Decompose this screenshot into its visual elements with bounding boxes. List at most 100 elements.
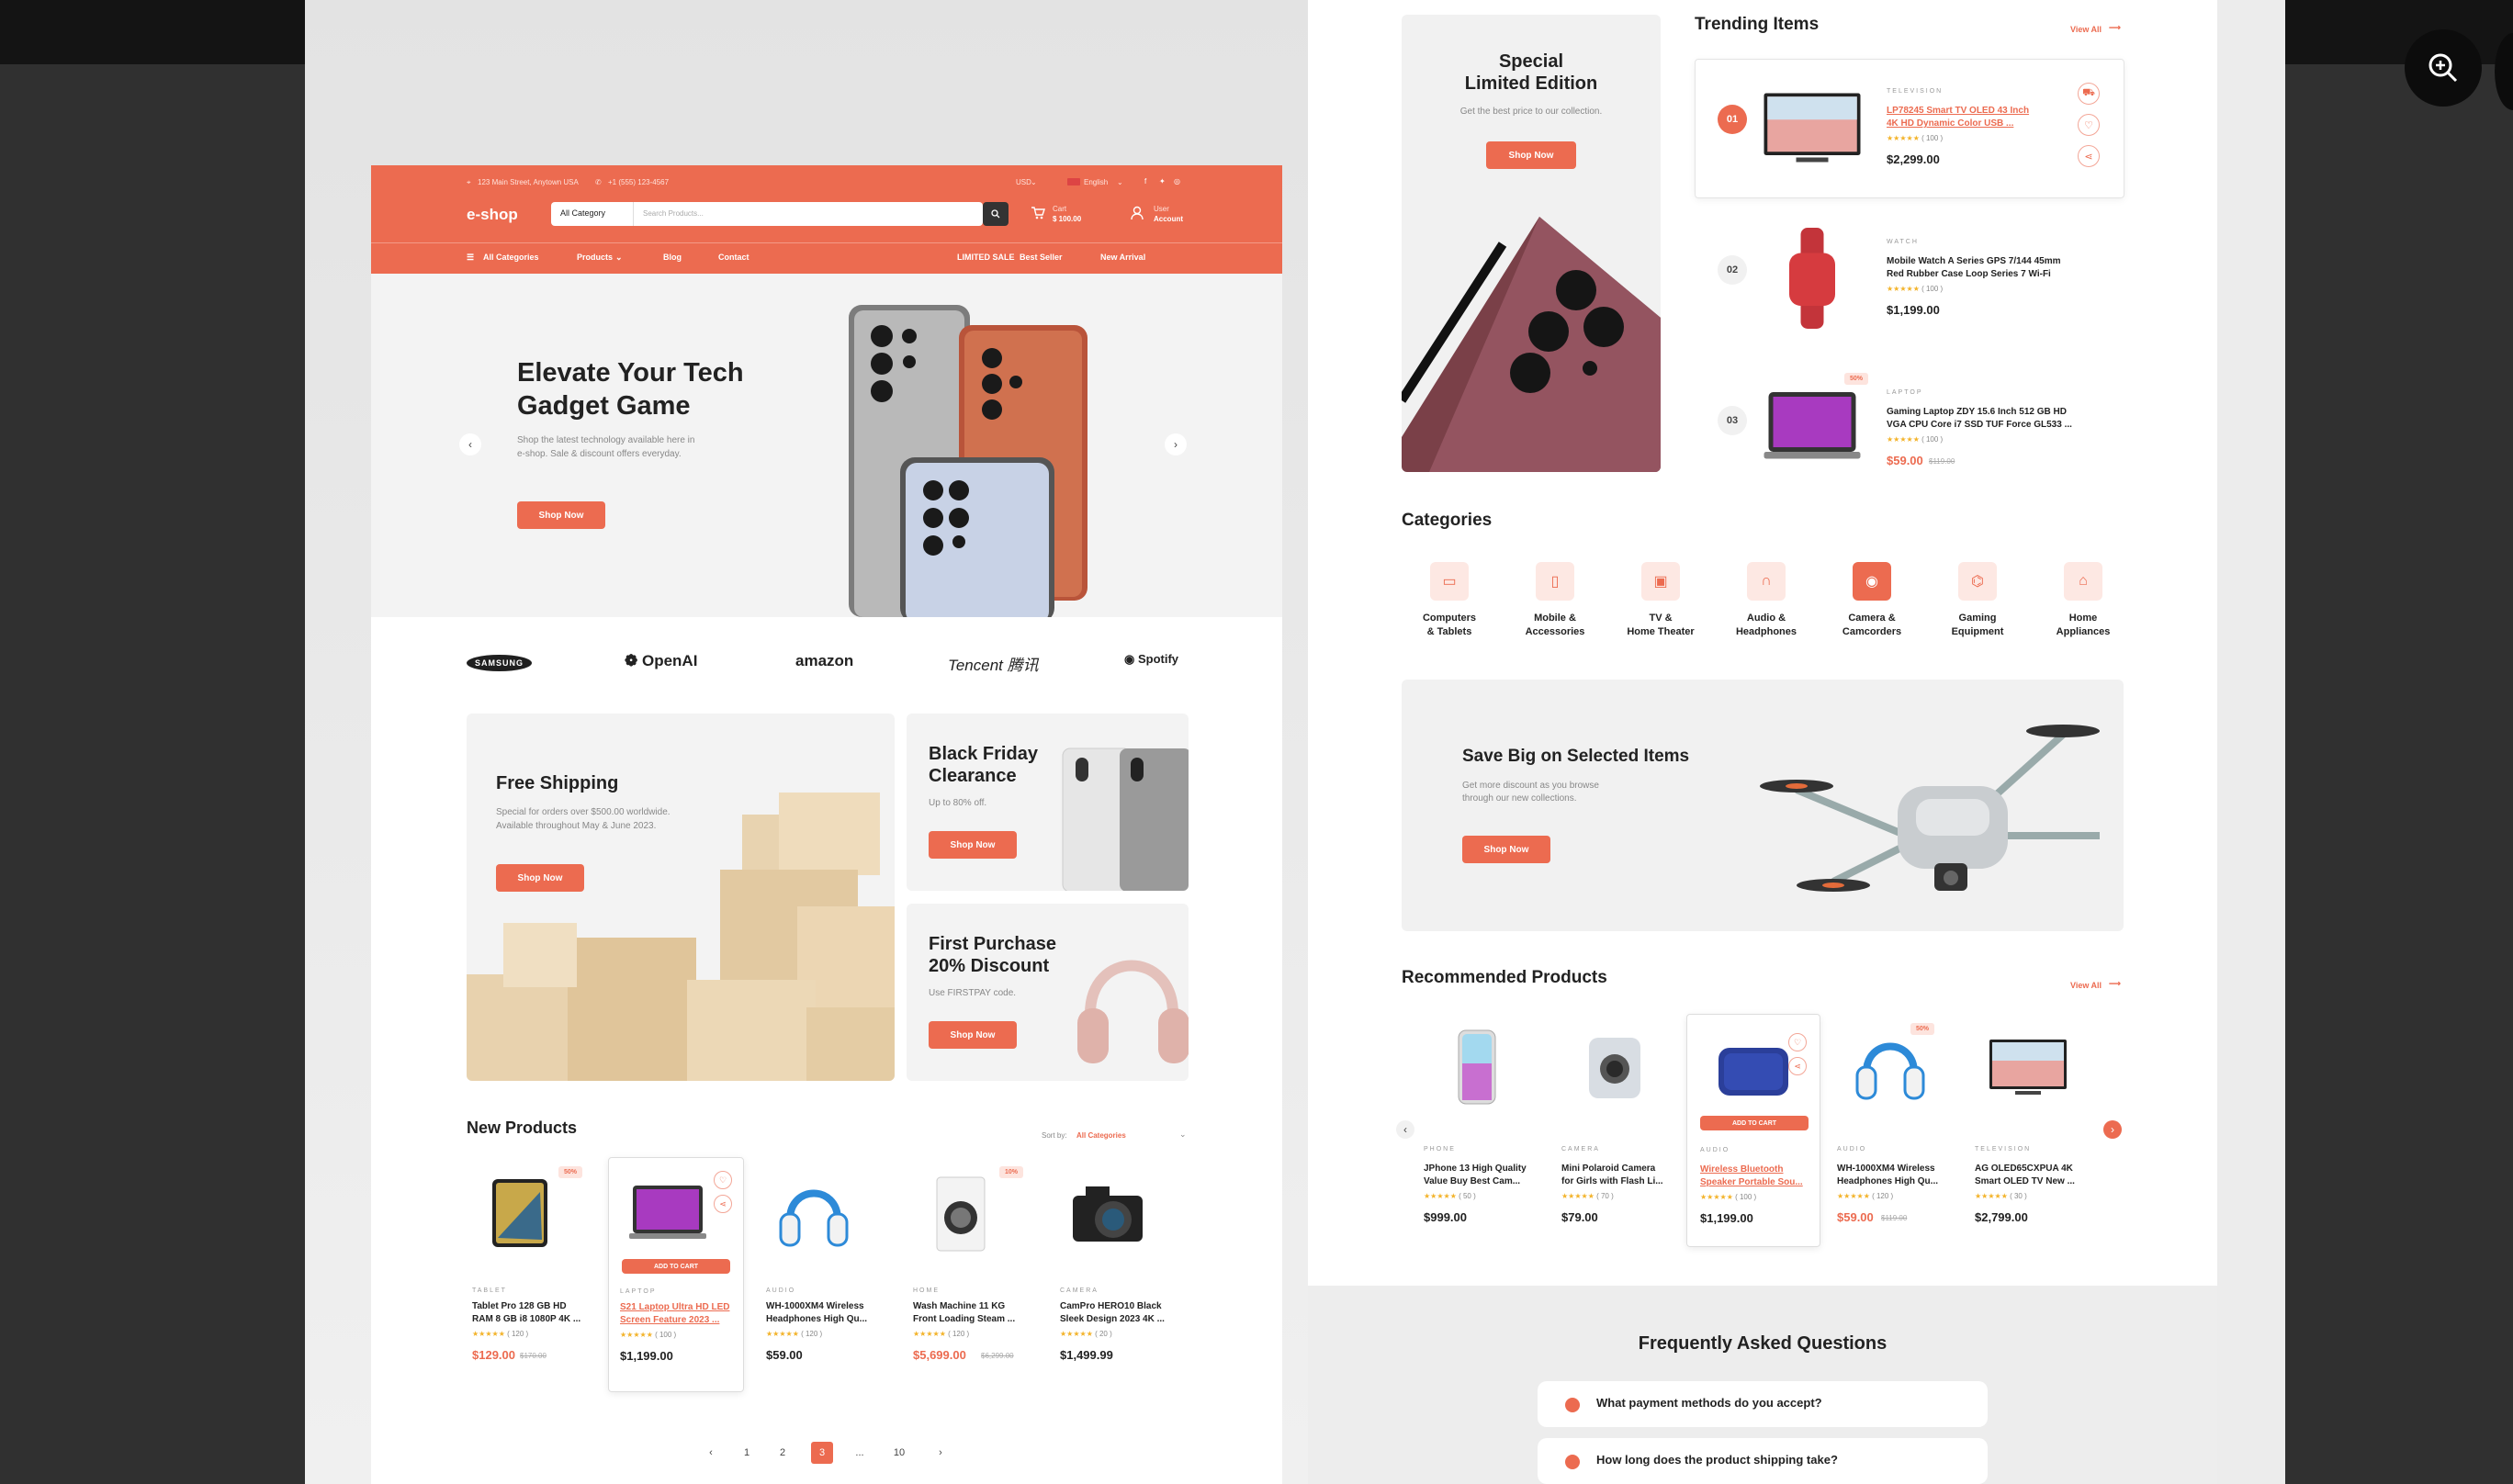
review-count: ( 100 )	[1921, 285, 1944, 293]
special-shop-button[interactable]: Shop Now	[1486, 141, 1576, 169]
add-to-cart-button[interactable]: ADD TO CART	[1700, 1116, 1809, 1130]
nav-contact[interactable]: Contact	[718, 253, 749, 262]
zoom-in-button[interactable]	[2405, 29, 2482, 107]
category-tile-gaming[interactable]: ⌬	[1958, 562, 1997, 601]
rating-stars: ★★★★★ ( 120 )	[1837, 1192, 1893, 1200]
language-select[interactable]: English	[1084, 178, 1108, 186]
faq-question: What payment methods do you accept?	[1596, 1396, 1822, 1410]
special-title-line2: Limited Edition	[1464, 73, 1598, 94]
trending-item[interactable]: 01 TELEVISION LP78245 Smart TV OLED 43 Inc…	[1694, 64, 2124, 193]
recommended-card[interactable]: TELEVISION AG OLED65CXPUA 4K Smart OLED TV…	[1962, 1014, 2096, 1247]
wishlist-button[interactable]: ♡	[1788, 1033, 1807, 1051]
trending-view-all[interactable]: View All	[2070, 25, 2102, 34]
product-card[interactable]: 10% HOME Wash Machine 11 KG Front Loading S…	[902, 1157, 1040, 1390]
nav-blog[interactable]: Blog	[663, 253, 682, 262]
page-3-button[interactable]: 3	[811, 1442, 833, 1464]
category-tile-mobile[interactable]: ▯	[1536, 562, 1574, 601]
rating-stars: ★★★★★ ( 20 )	[1060, 1330, 1112, 1338]
product-price: $1,199.00	[1700, 1211, 1753, 1225]
cart-action-button[interactable]: ⛟	[2078, 83, 2100, 105]
page-next-button[interactable]: ›	[930, 1442, 952, 1464]
product-name-line1: JPhone 13 High Quality	[1424, 1164, 1527, 1174]
television-trending-image	[1764, 93, 1861, 163]
category-tile-home[interactable]: ⌂	[2064, 562, 2102, 601]
product-category: AUDIO	[766, 1287, 796, 1294]
promo-first-purchase-title1: First Purchase	[929, 934, 1056, 954]
category-tile-camera[interactable]: ◉	[1853, 562, 1891, 601]
promo-first-purchase-button[interactable]: Shop Now	[929, 1021, 1017, 1049]
promo-black-friday-button[interactable]: Shop Now	[929, 831, 1017, 859]
product-price: $129.00	[472, 1348, 515, 1362]
page-2-button[interactable]: 2	[772, 1442, 794, 1464]
product-card[interactable]: ADD TO CART ♡ ⋖ LAPTOP S21 Laptop Ultra HD L…	[608, 1157, 744, 1392]
recommended-card[interactable]: ADD TO CART ♡ ⋖ AUDIO Wireless Bluetooth Spea…	[1686, 1014, 1820, 1247]
faq-item-shipping[interactable]: How long does the product shipping take?	[1538, 1438, 1988, 1484]
account-link[interactable]: Account	[1154, 215, 1183, 223]
add-to-cart-button[interactable]: ADD TO CART	[622, 1259, 730, 1274]
cart-icon[interactable]	[1031, 206, 1045, 220]
faq-item-payment[interactable]: What payment methods do you accept?	[1538, 1381, 1988, 1427]
star-icons: ★★★★★	[1700, 1193, 1736, 1201]
category-label-line2: Equipment	[1951, 626, 2004, 637]
menu-icon[interactable]: ☰	[467, 253, 474, 263]
category-label-line2: Accessories	[1525, 626, 1585, 637]
recommended-next-button[interactable]: ›	[2103, 1120, 2122, 1139]
camera2-product-image	[1589, 1038, 1640, 1098]
nav-limited-sale[interactable]: LIMITED SALE	[957, 253, 1015, 262]
camera-icon: ◉	[1865, 574, 1878, 590]
chevron-down-icon: ⌄	[1117, 178, 1123, 186]
page-prev-button[interactable]: ‹	[700, 1442, 722, 1464]
recommended-card[interactable]: CAMERA Mini Polaroid Camera for Girls with…	[1549, 1014, 1683, 1247]
page-1-button[interactable]: 1	[736, 1442, 758, 1464]
facebook-icon[interactable]: f	[1144, 177, 1146, 186]
star-icons: ★★★★★	[1887, 435, 1922, 444]
share-button[interactable]: ⋖	[1788, 1057, 1807, 1075]
wishlist-button[interactable]: ♡	[714, 1171, 732, 1189]
discount-badge: 10%	[998, 1166, 1023, 1178]
rating-stars: ★★★★★ ( 50 )	[1424, 1192, 1476, 1200]
product-price: $79.00	[1561, 1210, 1598, 1224]
hero-next-button[interactable]: ›	[1165, 433, 1187, 455]
nav-best-seller[interactable]: Best Seller	[1020, 253, 1063, 262]
product-name-line1: Mini Polaroid Camera	[1561, 1164, 1656, 1174]
nav-products[interactable]: Products	[577, 253, 613, 262]
user-icon[interactable]	[1130, 206, 1144, 220]
nav-new-arrival[interactable]: New Arrival	[1100, 253, 1145, 262]
heart-action-button[interactable]: ♡	[2078, 114, 2100, 136]
category-select[interactable]: All Category	[551, 202, 634, 226]
share-action-button[interactable]: ⋖	[2078, 145, 2100, 167]
chevron-left-icon: ‹	[1403, 1123, 1407, 1136]
site-logo[interactable]: e-shop	[467, 206, 518, 224]
instagram-icon[interactable]: ◎	[1174, 177, 1180, 186]
search-input[interactable]: Search Products...	[634, 202, 983, 226]
recommended-card[interactable]: PHONE JPhone 13 High Quality Value Buy Bes…	[1411, 1014, 1545, 1247]
share-button[interactable]: ⋖	[714, 1195, 732, 1213]
category-tile-computers[interactable]: ▭	[1430, 562, 1469, 601]
mobile-icon: ▯	[1550, 574, 1560, 590]
product-card[interactable]: CAMERA CamPro HERO10 Black Sleek Design 20…	[1049, 1157, 1187, 1390]
category-tile-tv[interactable]: ▣	[1641, 562, 1680, 601]
twitter-icon[interactable]: ✦	[1159, 177, 1166, 186]
sort-select[interactable]: All Categories	[1076, 1131, 1126, 1140]
hero-title-line1: Elevate Your Tech	[517, 358, 744, 388]
brand-spotify-label: Spotify	[1137, 652, 1179, 666]
category-tile-audio[interactable]: ∩	[1747, 562, 1786, 601]
page-10-button[interactable]: 10	[888, 1442, 910, 1464]
currency-select[interactable]: USD	[1016, 178, 1031, 186]
trending-item[interactable]: 03 50% LAPTOP Gaming Laptop ZDY 15.6 Inch 5…	[1694, 365, 2124, 494]
recommended-card[interactable]: 50% AUDIO WH-1000XM4 Wireless Headphones Hi…	[1824, 1014, 1958, 1247]
audio-product-image	[1855, 1042, 1925, 1100]
nav-all-categories[interactable]: All Categories	[483, 253, 539, 262]
hero-prev-button[interactable]: ‹	[459, 433, 481, 455]
product-card[interactable]: 50% TABLET Tablet Pro 128 GB HD RAM 8 GB i8…	[461, 1157, 599, 1390]
recommended-view-all[interactable]: View All	[2070, 981, 2102, 990]
hero-shop-button[interactable]: Shop Now	[517, 501, 605, 529]
trending-item[interactable]: 02 WATCH Mobile Watch A Series GPS 7/144 4…	[1694, 215, 2124, 343]
product-card[interactable]: AUDIO WH-1000XM4 Wireless Headphones High …	[755, 1157, 893, 1390]
save-big-button[interactable]: Shop Now	[1462, 836, 1550, 863]
drone-image	[1760, 725, 2100, 892]
search-button[interactable]	[983, 202, 1009, 226]
rating-stars: ★★★★★ ( 100 )	[1887, 134, 1943, 142]
special-edition-banner: Special Limited Edition Get the best pri…	[1402, 15, 1661, 472]
categories-title: Categories	[1402, 511, 1493, 530]
